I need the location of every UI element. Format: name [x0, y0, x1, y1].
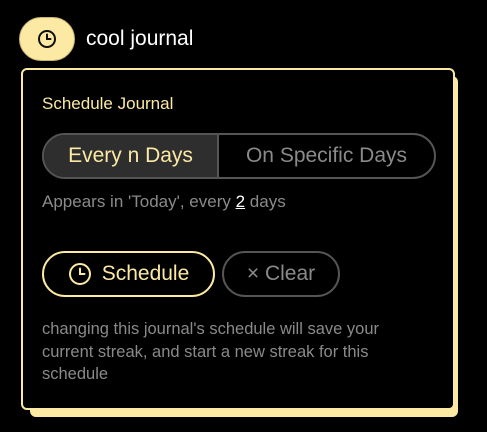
journal-title: cool journal [86, 27, 194, 50]
panel-heading: Schedule Journal [42, 94, 174, 113]
schedule-button[interactable]: Schedule [42, 251, 215, 297]
clock-icon [37, 29, 57, 49]
schedule-mode-toggle: Every n Days On Specific Days [42, 133, 436, 179]
streak-note: changing this journal's schedule will sa… [42, 320, 380, 383]
schedule-toggle-button[interactable] [19, 17, 75, 61]
tab-specific-days[interactable]: On Specific Days [219, 135, 434, 177]
journal-header: cool journal [19, 17, 193, 61]
clear-button[interactable]: × Clear [222, 251, 340, 297]
interval-value[interactable]: 2 [236, 192, 245, 211]
description-prefix: Appears in 'Today', every [42, 192, 236, 211]
schedule-button-label: Schedule [101, 262, 190, 285]
schedule-panel: Schedule Journal Every n Days On Specifi… [21, 68, 455, 410]
clock-icon [68, 262, 92, 286]
description-suffix: days [245, 192, 286, 211]
tab-every-n-days[interactable]: Every n Days [44, 135, 219, 177]
schedule-description: Appears in 'Today', every 2 days [42, 192, 286, 212]
clear-button-label: × Clear [246, 262, 316, 285]
